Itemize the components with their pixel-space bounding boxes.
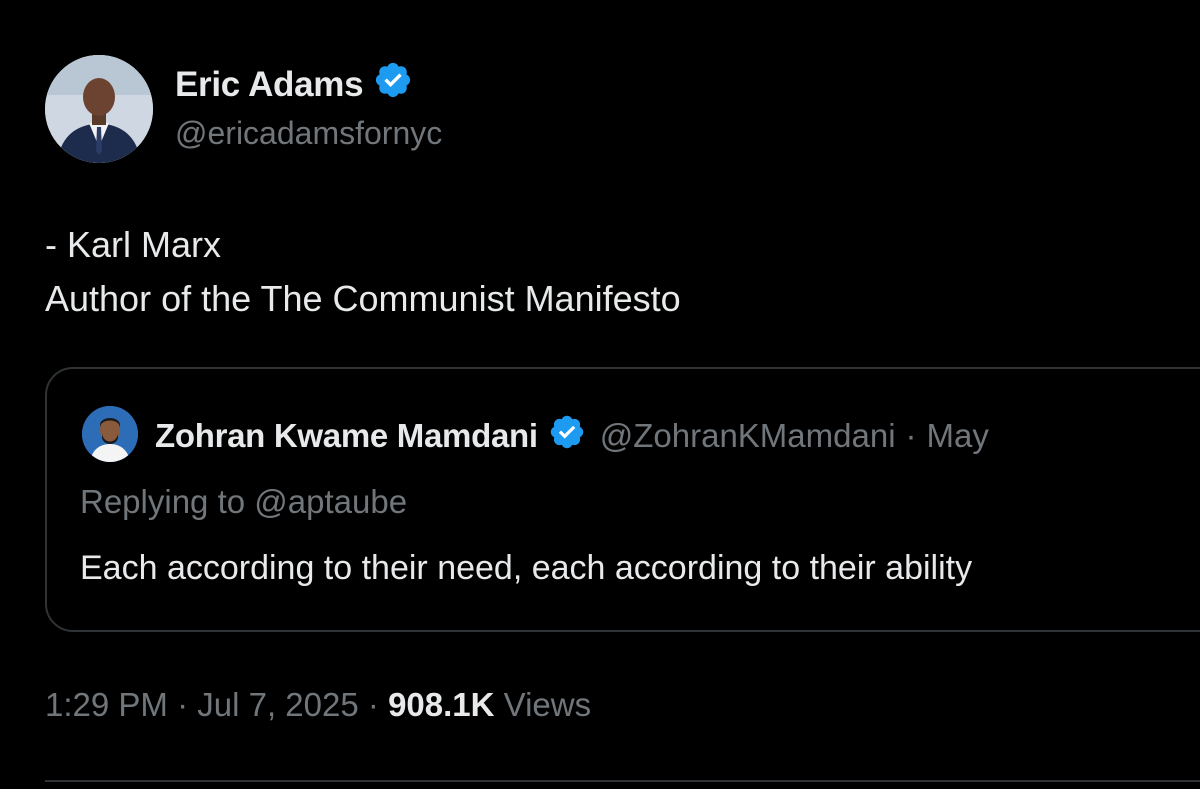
quote-text: Each according to their need, each accor… — [80, 549, 973, 587]
meta-separator: · — [367, 686, 379, 723]
quote-author-handle[interactable]: @ZohranKMamdani — [600, 417, 896, 455]
quote-header: Zohran Kwame Mamdani @ZohranKMamdani · M… — [155, 413, 989, 459]
quoted-tweet-card[interactable]: Zohran Kwame Mamdani @ZohranKMamdani · M… — [45, 367, 1200, 632]
verified-badge-icon — [373, 60, 413, 109]
author-avatar[interactable] — [45, 55, 153, 163]
tweet: Eric Adams @ericadamsfornyc - Karl Marx … — [0, 0, 1200, 789]
quote-author-avatar[interactable] — [82, 406, 138, 462]
tweet-text-line: Author of the The Communist Manifesto — [45, 278, 681, 319]
quote-avatar-image — [82, 406, 138, 462]
divider — [45, 780, 1200, 782]
meta-separator: · — [177, 686, 189, 723]
quote-author-name[interactable]: Zohran Kwame Mamdani — [155, 417, 538, 455]
author-name[interactable]: Eric Adams — [175, 65, 364, 105]
quote-replying-to: Replying to @aptaube — [80, 483, 408, 520]
quote-date[interactable]: May — [927, 417, 989, 455]
verified-badge-icon — [548, 413, 586, 459]
quote-separator: · — [905, 417, 917, 454]
author-avatar-image — [45, 55, 153, 163]
tweet-text-line: - Karl Marx — [45, 224, 222, 265]
author-name-row[interactable]: Eric Adams — [175, 60, 413, 109]
views-label: Views — [503, 686, 592, 723]
views-count[interactable]: 908.1K — [388, 686, 494, 723]
tweet-date[interactable]: Jul 7, 2025 — [197, 686, 358, 723]
tweet-meta: 1:29 PM · Jul 7, 2025 · 908.1K Views — [45, 686, 591, 724]
tweet-text: - Karl Marx Author of the The Communist … — [45, 218, 681, 326]
tweet-time[interactable]: 1:29 PM — [45, 686, 168, 723]
author-handle[interactable]: @ericadamsfornyc — [175, 115, 442, 152]
